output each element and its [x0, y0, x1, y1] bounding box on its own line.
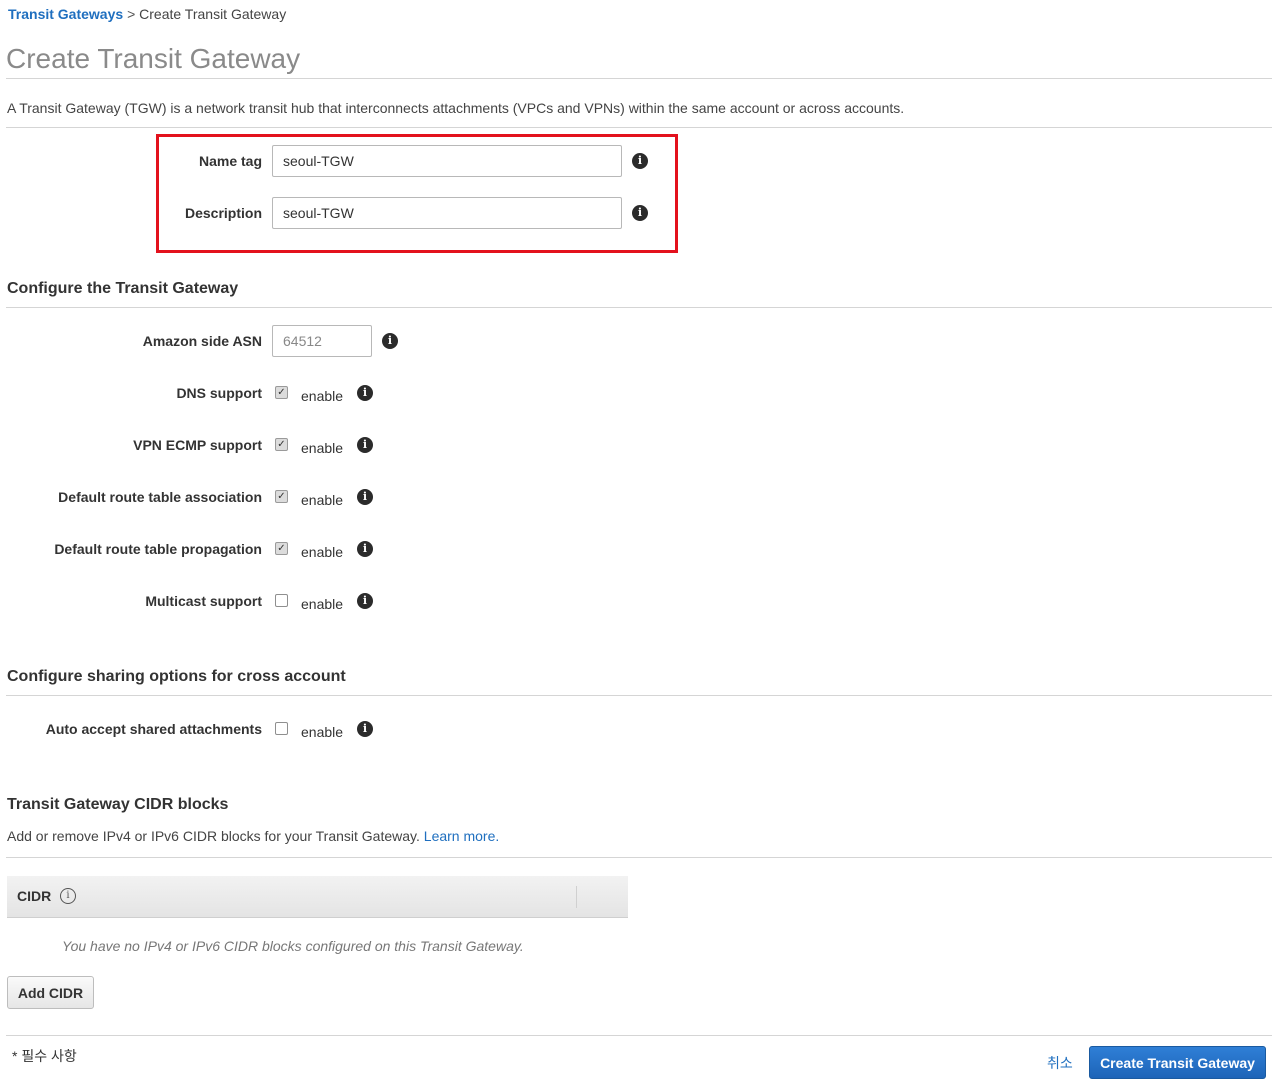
- create-transit-gateway-button[interactable]: Create Transit Gateway: [1089, 1046, 1266, 1079]
- multicast-enable-text: enable: [301, 596, 344, 612]
- page-intro: A Transit Gateway (TGW) is a network tra…: [7, 100, 905, 116]
- info-icon[interactable]: i: [357, 437, 373, 453]
- auto-accept-checkbox[interactable]: [275, 722, 288, 735]
- info-icon[interactable]: i: [632, 205, 648, 221]
- info-icon[interactable]: i: [60, 888, 76, 904]
- default-route-association-enable-text: enable: [301, 492, 344, 508]
- section-divider: [6, 695, 1272, 696]
- section-title-configure: Configure the Transit Gateway: [7, 280, 239, 297]
- learn-more-link[interactable]: Learn more: [424, 828, 496, 844]
- vpn-ecmp-support-checkbox[interactable]: ✓: [275, 438, 288, 451]
- section-title-sharing: Configure sharing options for cross acco…: [7, 668, 346, 685]
- vpn-ecmp-support-label: VPN ECMP support: [133, 437, 262, 453]
- name-tag-label: Name tag: [198, 153, 262, 169]
- check-icon: ✓: [277, 386, 286, 398]
- amazon-asn-input[interactable]: [272, 325, 372, 357]
- info-icon[interactable]: i: [357, 721, 373, 737]
- breadcrumb-separator: >: [127, 6, 136, 22]
- check-icon: ✓: [277, 542, 286, 554]
- multicast-support-label: Multicast support: [145, 593, 262, 609]
- section-title-cidr: Transit Gateway CIDR blocks: [7, 796, 229, 813]
- dns-support-enable-text: enable: [301, 388, 344, 404]
- vpn-ecmp-enable-text: enable: [301, 440, 344, 456]
- check-icon: ✓: [277, 438, 286, 450]
- title-divider: [6, 78, 1272, 79]
- info-icon[interactable]: i: [357, 541, 373, 557]
- add-cidr-button[interactable]: Add CIDR: [7, 976, 94, 1009]
- learn-more-suffix: .: [495, 828, 500, 844]
- breadcrumb: Transit Gateways > Create Transit Gatewa…: [8, 6, 286, 22]
- breadcrumb-current: Create Transit Gateway: [139, 6, 287, 22]
- info-icon[interactable]: i: [357, 593, 373, 609]
- intro-divider: [6, 127, 1272, 128]
- footer-divider: [6, 1035, 1272, 1036]
- description-input[interactable]: [272, 197, 622, 229]
- cancel-button[interactable]: 취소: [1047, 1053, 1073, 1073]
- info-icon[interactable]: i: [357, 385, 373, 401]
- breadcrumb-link-transit-gateways[interactable]: Transit Gateways: [8, 6, 123, 22]
- column-divider: [576, 886, 577, 908]
- default-route-propagation-label: Default route table propagation: [54, 541, 262, 557]
- cidr-table-header: CIDR i: [7, 876, 628, 918]
- info-icon[interactable]: i: [357, 489, 373, 505]
- section-divider: [6, 857, 1272, 858]
- dns-support-checkbox[interactable]: ✓: [275, 386, 288, 399]
- section-divider: [6, 307, 1272, 308]
- auto-accept-enable-text: enable: [301, 724, 344, 740]
- description-label: Description: [184, 205, 262, 221]
- default-route-association-checkbox[interactable]: ✓: [275, 490, 288, 503]
- auto-accept-label: Auto accept shared attachments: [45, 721, 262, 737]
- info-icon[interactable]: i: [382, 333, 398, 349]
- dns-support-label: DNS support: [176, 385, 262, 401]
- default-route-association-label: Default route table association: [58, 489, 262, 505]
- default-route-propagation-enable-text: enable: [301, 544, 344, 560]
- multicast-support-checkbox[interactable]: [275, 594, 288, 607]
- name-tag-input[interactable]: [272, 145, 622, 177]
- info-icon[interactable]: i: [632, 153, 648, 169]
- default-route-propagation-checkbox[interactable]: ✓: [275, 542, 288, 555]
- cidr-empty-message: You have no IPv4 or IPv6 CIDR blocks con…: [62, 938, 524, 954]
- required-note: * 필수 사항: [12, 1048, 77, 1064]
- cidr-subtitle-text: Add or remove IPv4 or IPv6 CIDR blocks f…: [7, 828, 420, 844]
- page-title: Create Transit Gateway: [6, 43, 301, 74]
- cidr-subtitle: Add or remove IPv4 or IPv6 CIDR blocks f…: [7, 828, 499, 844]
- cidr-column-header[interactable]: CIDR: [17, 888, 51, 904]
- amazon-asn-label: Amazon side ASN: [142, 333, 262, 349]
- check-icon: ✓: [277, 490, 286, 502]
